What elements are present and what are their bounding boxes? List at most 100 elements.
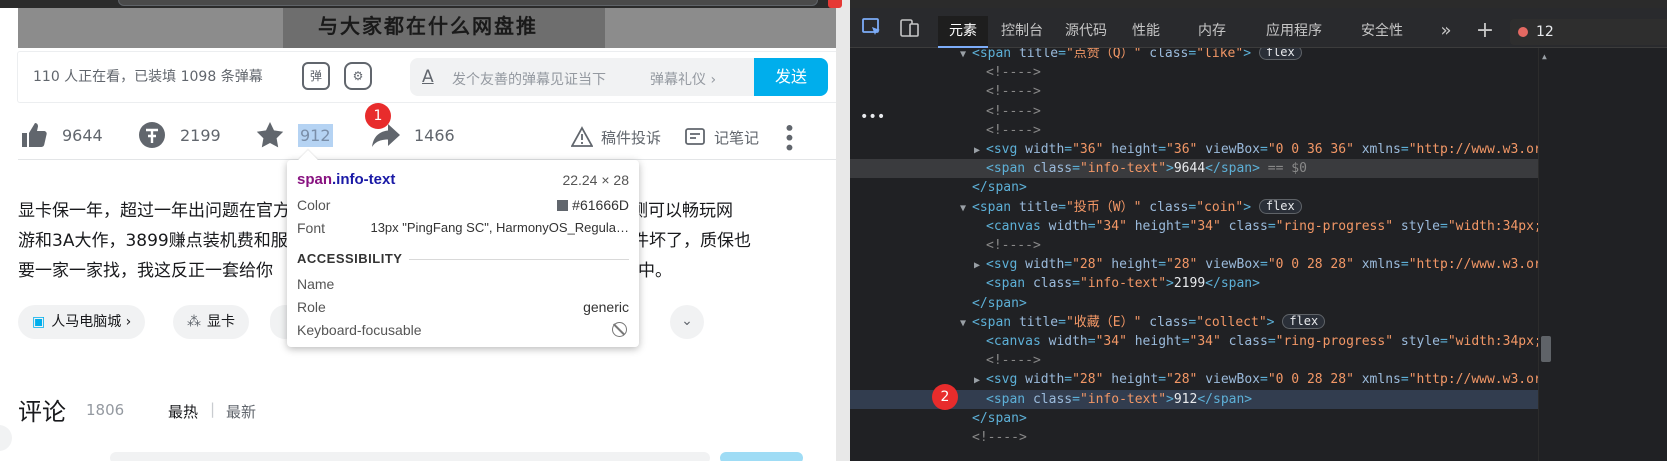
dom-attr-name: class	[1032, 391, 1073, 407]
dom-attr-eq: =	[1158, 372, 1167, 388]
report-label: 稿件投诉	[601, 128, 662, 147]
dom-close-tag: </span>	[972, 180, 1027, 196]
collapsed-arrow-icon: ▶	[974, 145, 981, 156]
dom-scrollbar[interactable]: ▲	[1538, 48, 1552, 461]
dom-node-line[interactable]: <!---->	[850, 82, 1540, 101]
tab-performance[interactable]: 性能	[1128, 16, 1164, 48]
dom-attr-value: "0 0 36 36"	[1267, 142, 1354, 157]
dom-node-line[interactable]: </span>	[850, 409, 1540, 428]
more-tabs-icon[interactable]: »	[1436, 16, 1456, 48]
dom-attr-name: height	[1111, 142, 1159, 157]
star-icon	[256, 122, 284, 148]
tooltip-role-label: Role	[297, 299, 326, 315]
flex-badge: flex	[1258, 48, 1302, 60]
dom-close-tag: </span>	[972, 295, 1027, 311]
danmu-toggle-icon[interactable]: 弹	[302, 62, 330, 90]
tab-sources[interactable]: 源代码	[1062, 16, 1110, 48]
danmu-settings-icon[interactable]: ⚙	[344, 62, 372, 90]
dom-node-line[interactable]: ▶ <svg width="28" height="28" viewBox="0 …	[850, 255, 1540, 274]
dom-node-line[interactable]: <!---->	[850, 236, 1540, 255]
dom-attr-value: "34"	[1189, 218, 1221, 234]
dom-attr-value: "34"	[1095, 334, 1127, 349]
dom-attr-eq: =	[1158, 142, 1167, 157]
sort-newest-tab[interactable]: 最新	[226, 401, 256, 422]
action-toolbar: 9644 2199 912 1466 稿件投诉 记笔记 •••	[18, 112, 853, 160]
send-button[interactable]: 发送	[754, 58, 828, 96]
dom-node-line[interactable]: </span>	[850, 178, 1540, 197]
tab-security[interactable]: 安全性	[1358, 16, 1406, 48]
dom-node-line[interactable]: <span class="info-text">2199</span>	[850, 274, 1540, 293]
danmu-input[interactable]: A 发个友善的弹幕见证当下 弹幕礼仪 ›	[410, 58, 755, 96]
dom-node-line[interactable]: <!---->	[850, 102, 1540, 121]
node-options-icon[interactable]: •••	[860, 109, 885, 125]
tab-console[interactable]: 控制台	[998, 16, 1046, 48]
dom-node-line[interactable]: <!---->	[850, 63, 1540, 82]
dom-node-line[interactable]: <canvas width="34" height="34" class="ri…	[850, 332, 1540, 351]
dom-attr-name: width	[1025, 372, 1065, 388]
dom-attr-value: "info-text"	[1079, 391, 1167, 407]
comment-submit-button[interactable]	[720, 452, 803, 461]
dom-attr-name: height	[1134, 334, 1182, 349]
dom-comment: <!---->	[986, 122, 1041, 138]
device-toolbar-icon[interactable]	[898, 16, 922, 40]
dom-attr-name: xmlns	[1361, 257, 1401, 273]
dom-attr-eq: =	[1064, 257, 1073, 273]
dom-attr-value: "收藏（E）"	[1065, 314, 1142, 330]
like-button[interactable]: 9644	[18, 120, 103, 150]
comment-input[interactable]	[110, 452, 710, 461]
report-button[interactable]: 稿件投诉	[571, 126, 661, 148]
danmu-etiquette-link[interactable]: 弹幕礼仪 ›	[650, 69, 716, 89]
more-menu-icon[interactable]: •••	[777, 122, 801, 151]
dom-attr-eq: =	[1058, 48, 1066, 61]
dom-attr-eq: =	[1072, 276, 1080, 292]
dom-attr-value: "info-text"	[1079, 161, 1167, 177]
panel-divider[interactable]	[828, 0, 850, 461]
tooltip-role-value: generic	[583, 299, 629, 315]
chevron-down-icon[interactable]: ⌄	[670, 305, 704, 339]
font-style-icon[interactable]: A	[422, 67, 434, 87]
warning-icon	[571, 126, 593, 147]
inspect-element-icon[interactable]	[860, 16, 884, 40]
dom-node-line[interactable]: ▶ <svg width="36" height="36" viewBox="0 …	[850, 140, 1540, 159]
scroll-up-icon[interactable]: ▲	[1542, 52, 1547, 61]
tab-memory[interactable]: 内存	[1194, 16, 1230, 48]
dom-node-line[interactable]: <!---->	[850, 428, 1540, 447]
note-button[interactable]: 记笔记	[684, 126, 759, 148]
coin-icon	[139, 122, 165, 148]
video-player[interactable]: 与大家都在什么网盘推	[18, 8, 853, 48]
sort-hot-tab[interactable]: 最热	[168, 401, 198, 422]
dom-node-line[interactable]: <span class="info-text">9644</span> == $…	[850, 159, 1540, 179]
address-bar[interactable]	[118, 0, 818, 6]
add-panel-icon[interactable]: +	[1474, 16, 1496, 48]
dom-attr-value: "28"	[1072, 372, 1104, 388]
tooltip-color-hex: #61666D	[572, 197, 629, 213]
dom-node-line[interactable]: ▼ <span title="收藏（E）" class="collect"> fl…	[850, 313, 1540, 332]
scrollbar-thumb[interactable]	[1541, 336, 1551, 362]
devtools-top-strip	[850, 0, 1667, 8]
desc-line1-left: 显卡保一年，超过一年出问题在官方	[18, 201, 290, 221]
dom-node-line[interactable]: ▼ <span title="点赞（Q）" class="like"> flex	[850, 48, 1540, 63]
dom-tag-close: >	[1166, 391, 1174, 407]
dom-attr-eq: =	[1064, 372, 1073, 388]
dom-attr-name: class	[1228, 334, 1268, 349]
dom-node-line[interactable]: <!---->	[850, 351, 1540, 370]
error-count-badge[interactable]: 12	[1510, 19, 1667, 45]
side-float-button[interactable]	[0, 425, 12, 451]
dom-attr-name: viewBox	[1205, 257, 1260, 273]
dom-node-line[interactable]: ▼ <span title="投币（W）" class="coin"> flex	[850, 198, 1540, 217]
dom-node-line[interactable]: </span>	[850, 294, 1540, 313]
tag-item[interactable]: ⁂ 显卡	[173, 305, 249, 339]
tag-item[interactable]: ▣ 人马电脑城 ›	[18, 305, 146, 339]
dom-node-line[interactable]: <canvas width="34" height="34" class="ri…	[850, 217, 1540, 236]
tab-application[interactable]: 应用程序	[1262, 16, 1326, 48]
coin-button[interactable]: 2199	[136, 120, 221, 150]
annotation-badge-2: 2	[932, 384, 958, 410]
tab-elements[interactable]: 元素	[938, 16, 988, 48]
dom-close-tag: </span>	[1197, 391, 1253, 407]
thumbs-up-icon	[22, 123, 47, 147]
dom-attr-name: height	[1134, 218, 1182, 234]
dom-attr-name: class	[1149, 314, 1189, 330]
dom-tag-name: <svg	[986, 142, 1018, 157]
dom-node-line[interactable]: <!---->	[850, 121, 1540, 140]
collect-button[interactable]: 912	[254, 120, 333, 150]
